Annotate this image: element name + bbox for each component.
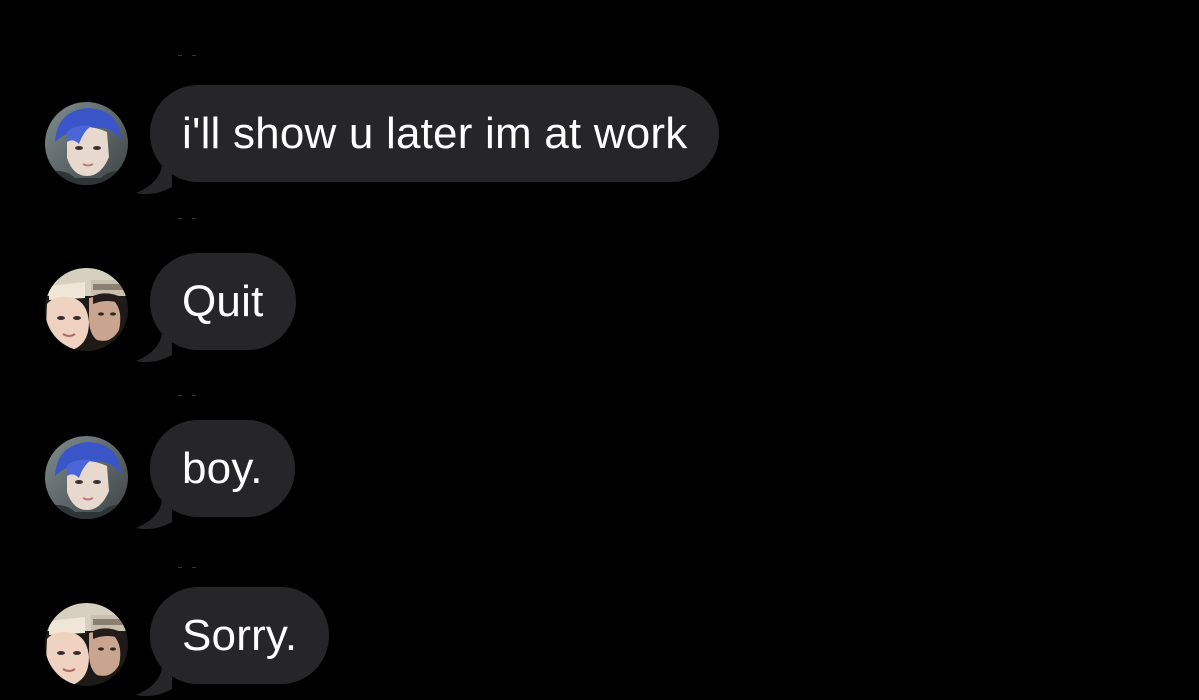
message-bubble[interactable]: i'll show u later im at work xyxy=(150,85,720,182)
message-text: i'll show u later im at work xyxy=(182,108,688,158)
avatar-photo-icon xyxy=(45,102,128,185)
message-text: Quit xyxy=(182,276,264,326)
message-row: Quit xyxy=(0,213,1199,363)
avatar-two-person-selfie-photo[interactable] xyxy=(45,268,128,351)
sender-name xyxy=(178,55,218,59)
avatar-two-person-selfie-photo[interactable] xyxy=(45,603,128,686)
avatar-photo-icon xyxy=(45,436,128,519)
message-text: Sorry. xyxy=(182,610,298,660)
sender-name xyxy=(178,567,218,571)
message-row: i'll show u later im at work xyxy=(0,45,1199,195)
sender-name xyxy=(178,395,218,399)
message-row: Sorry. xyxy=(0,547,1199,697)
avatar-photo-icon xyxy=(45,603,128,686)
message-thread: i'll show u later im at work Quit boy. S… xyxy=(0,0,1199,700)
message-text: boy. xyxy=(182,443,263,493)
message-bubble[interactable]: boy. xyxy=(150,420,295,517)
message-bubble[interactable]: Quit xyxy=(150,253,296,350)
avatar-photo-icon xyxy=(45,268,128,351)
avatar-blue-haired-profile-photo[interactable] xyxy=(45,102,128,185)
sender-name xyxy=(178,218,218,222)
avatar-blue-haired-profile-photo[interactable] xyxy=(45,436,128,519)
message-bubble[interactable]: Sorry. xyxy=(150,587,330,684)
message-row: boy. xyxy=(0,380,1199,530)
